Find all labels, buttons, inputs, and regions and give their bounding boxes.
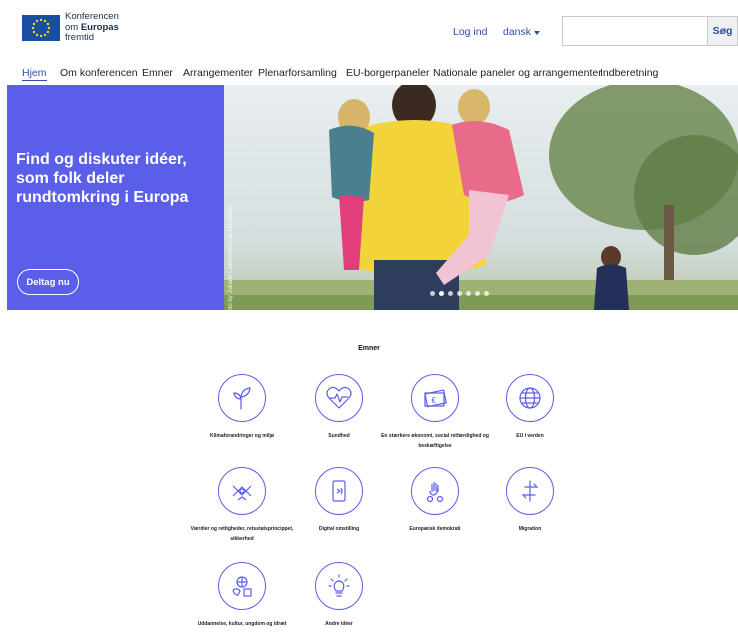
topic-label: En stærkere økonomi, social retfærdighed… [381, 433, 489, 449]
language-selector[interactable]: dansk [503, 26, 541, 38]
caret-down-icon [534, 30, 541, 35]
site-logo[interactable]: Konferencen om Europas fremtid [22, 11, 119, 44]
logo-line-2-bold: Europas [80, 21, 119, 33]
topic-label: Værdier og rettigheder, retsstatsprincip… [190, 526, 294, 542]
nav-item-eu-borgerpaneler[interactable]: EU-borgerpaneler [346, 67, 429, 79]
topic-digital[interactable]: Digital omstilling [284, 467, 394, 534]
joined-hands-icon [218, 467, 266, 515]
site-header: Konferencen om Europas fremtid Log ind d… [0, 0, 738, 62]
topic-label: Sundhed [328, 433, 350, 439]
search-input[interactable] [563, 17, 707, 45]
topic-demokrati[interactable]: Europæisk demokrati [380, 467, 490, 534]
nav-item-indberetning[interactable]: Indberetning [600, 67, 658, 79]
topic-uddannelse[interactable]: Uddannelse, kultur, ungdom og idræt [187, 562, 297, 629]
svg-text:€: € [432, 396, 437, 405]
topic-klima[interactable]: Klimaforandringer og miljø [187, 374, 297, 441]
smartphone-icon [315, 467, 363, 515]
topic-label: Europæisk demokrati [409, 526, 461, 532]
logo-line-3: fremtid [65, 32, 95, 43]
topics-heading: Emner [358, 345, 380, 352]
topic-label: Uddannelse, kultur, ungdom og idræt [197, 621, 287, 627]
hero-title: Find og diskuter idéer, som folk deler r… [16, 151, 189, 206]
exchange-arrows-icon [506, 467, 554, 515]
carousel-dot[interactable] [484, 291, 489, 296]
carousel-dot[interactable] [457, 291, 462, 296]
search-box: Søg [562, 16, 738, 46]
carousel-dot[interactable] [466, 291, 471, 296]
nav-item-hjem[interactable]: Hjem [22, 67, 47, 81]
nav-item-arrangementer[interactable]: Arrangementer [183, 67, 253, 79]
language-label: dansk [503, 26, 532, 38]
photo-credit: © Photo by Juliane Liebermann on Unsplas… [228, 206, 234, 325]
hero-panel: Find og diskuter idéer, som folk deler r… [7, 85, 224, 310]
sprout-icon [218, 374, 266, 422]
carousel-dot-active[interactable] [439, 291, 444, 296]
carousel-dot[interactable] [475, 291, 480, 296]
search-button[interactable]: Søg [707, 17, 737, 45]
lightbulb-icon [315, 562, 363, 610]
carousel-dot[interactable] [430, 291, 435, 296]
globe-icon [506, 374, 554, 422]
education-icon [218, 562, 266, 610]
topic-label: EU i verden [516, 433, 544, 439]
raised-hand-icon [411, 467, 459, 515]
join-button[interactable]: Deltag nu [17, 269, 79, 295]
topic-vaerdier[interactable]: Værdier og rettigheder, retsstatsprincip… [187, 467, 297, 544]
topic-eu-i-verden[interactable]: EU i verden [475, 374, 585, 441]
hero-photo [224, 85, 738, 310]
euro-banknote-icon: € [411, 374, 459, 422]
topic-label: Klimaforandringer og miljø [210, 433, 274, 439]
topic-andre-ideer[interactable]: Andre idéer [284, 562, 394, 629]
topic-label: Migration [518, 526, 542, 532]
topic-sundhed[interactable]: Sundhed [284, 374, 394, 441]
nav-item-nationale-paneler[interactable]: Nationale paneler og arrangementer [433, 67, 602, 79]
carousel-dots [430, 291, 489, 296]
topic-migration[interactable]: Migration [475, 467, 585, 534]
topic-label: Andre idéer [325, 621, 353, 627]
heart-pulse-icon [315, 374, 363, 422]
topic-okonomi[interactable]: € En stærkere økonomi, social retfærdigh… [380, 374, 490, 451]
topic-label: Digital omstilling [318, 526, 360, 532]
logo-text: Konferencen om Europas fremtid [65, 11, 119, 44]
hero-carousel: Find og diskuter idéer, som folk deler r… [7, 85, 738, 325]
eu-flag-icon [22, 14, 60, 41]
nav-item-emner[interactable]: Emner [142, 67, 173, 79]
login-link[interactable]: Log ind [453, 26, 487, 38]
carousel-dot[interactable] [448, 291, 453, 296]
nav-item-om-konferencen[interactable]: Om konferencen [60, 67, 138, 79]
nav-item-plenarforsamling[interactable]: Plenarforsamling [258, 67, 337, 79]
logo-line-2-prefix: om [65, 21, 81, 33]
